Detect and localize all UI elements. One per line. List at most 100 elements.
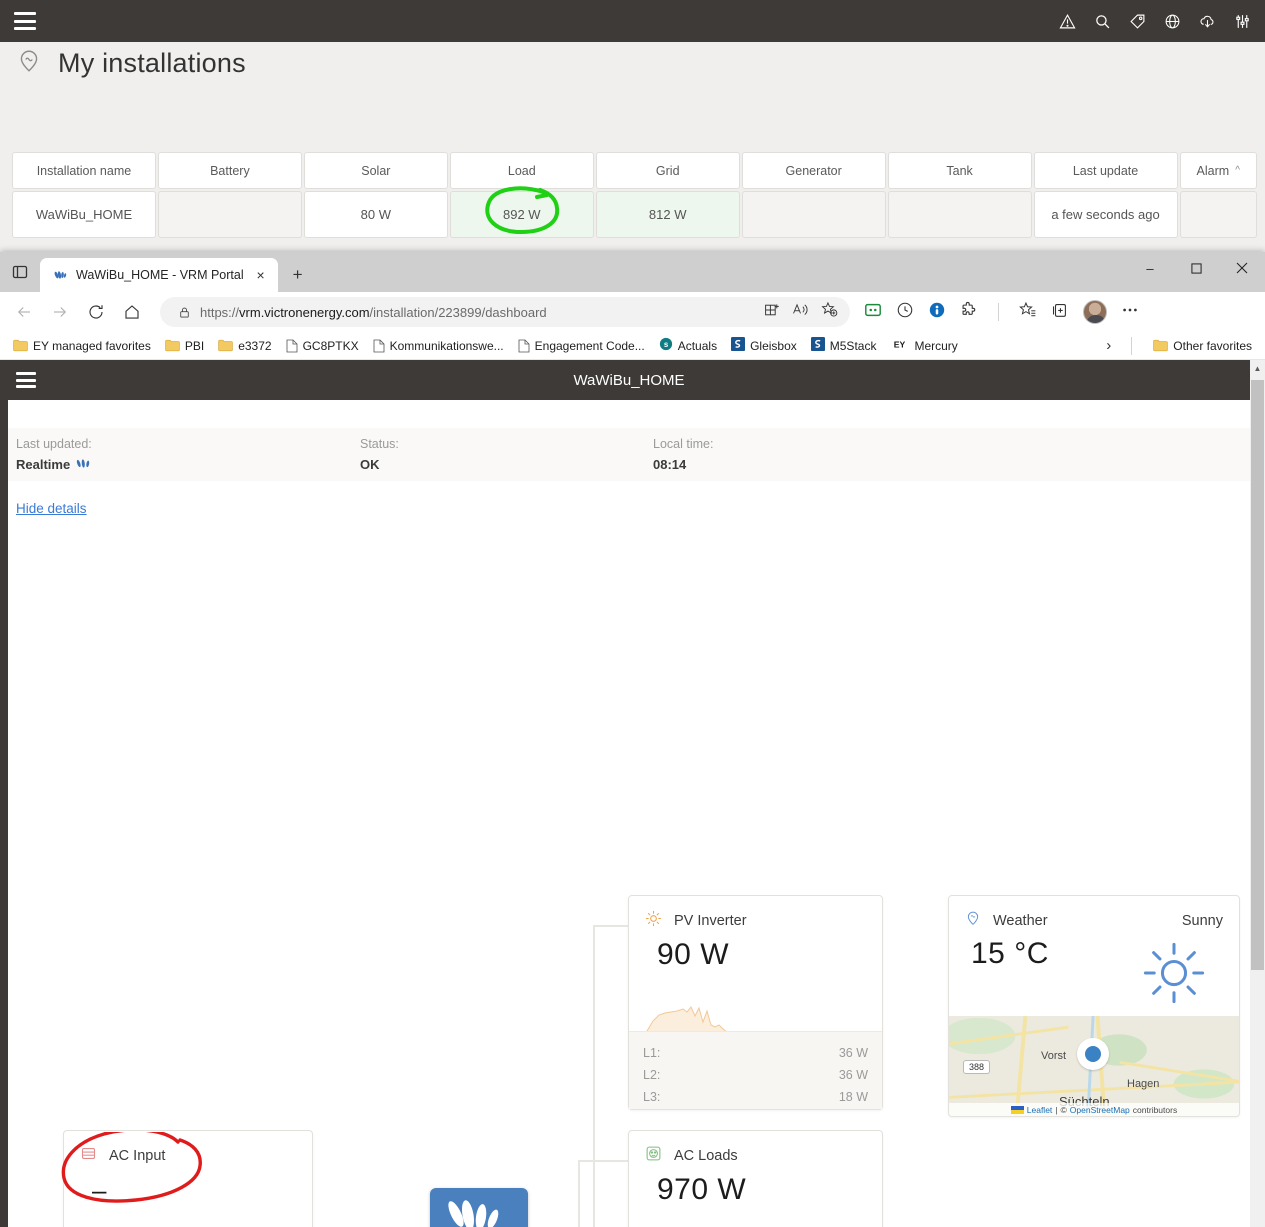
cell-alarm [1179, 191, 1257, 238]
ac-loads-card[interactable]: AC Loads 970 W L1: 284 W L2: 150 W [628, 1130, 883, 1227]
browser-toolbar: https://vrm.victronenergy.com/installati… [0, 292, 1265, 332]
scrollbar-thumb[interactable] [1251, 380, 1264, 970]
column-header-solar[interactable]: Solar [303, 152, 448, 189]
close-icon[interactable]: × [252, 266, 270, 284]
lock-icon[interactable] [174, 306, 194, 319]
connector-pv-vertical [593, 925, 595, 1227]
column-header-alarm-label: Alarm [1196, 163, 1230, 178]
back-button[interactable] [8, 296, 40, 328]
column-header-last-update[interactable]: Last update [1033, 152, 1178, 189]
location-pin-icon [965, 910, 981, 931]
globe-icon[interactable] [1164, 13, 1181, 30]
bookmark-label: GC8PTKX [302, 338, 359, 353]
split-screen-icon[interactable] [764, 302, 780, 323]
extensions-icon[interactable] [960, 301, 978, 324]
bookmark-label: Gleisbox [750, 338, 797, 353]
address-bar[interactable]: https://vrm.victronenergy.com/installati… [160, 297, 850, 327]
pv-inverter-card[interactable]: PV Inverter 90 W L1: 36 W L2: 36 W L3: 1… [628, 895, 883, 1110]
sliders-icon[interactable] [1234, 13, 1251, 30]
browser-essentials-icon[interactable] [928, 301, 946, 324]
document-icon [518, 339, 530, 353]
bookmark-item[interactable]: Kommunikationswe... [366, 336, 511, 356]
history-icon[interactable] [896, 301, 914, 324]
weather-map[interactable]: 388 Vorst Hagen Süchteln Leaflet | © Ope… [949, 1016, 1239, 1116]
copilot-icon[interactable] [864, 301, 882, 324]
tag-icon[interactable] [1129, 13, 1146, 30]
home-button[interactable] [116, 296, 148, 328]
maximize-button[interactable] [1173, 252, 1219, 284]
ac-input-title: AC Input [109, 1148, 166, 1164]
search-icon[interactable] [1094, 13, 1111, 30]
collections-icon[interactable] [1051, 301, 1069, 324]
last-updated-value: Realtime [16, 457, 71, 472]
minimize-button[interactable]: – [1127, 252, 1173, 284]
ac-input-head: AC Input [64, 1131, 312, 1167]
browser-tab[interactable]: WaWiBu_HOME - VRM Portal × [40, 258, 278, 292]
location-pin-icon [16, 48, 42, 79]
bookmarks-divider [1131, 336, 1133, 355]
new-tab-button[interactable]: + [284, 261, 312, 289]
phase-value: 36 W [838, 1068, 868, 1082]
bookmarks-overflow-button[interactable]: › [1100, 337, 1117, 354]
column-header-alarm[interactable]: Alarm ^ [1179, 152, 1257, 189]
document-icon [373, 339, 385, 353]
cloud-download-icon[interactable] [1199, 13, 1216, 30]
other-favorites-button[interactable]: Other favorites [1146, 336, 1259, 356]
column-header-grid[interactable]: Grid [595, 152, 740, 189]
page-scrollbar[interactable]: ▲ [1250, 360, 1265, 1227]
swiss-icon [810, 337, 825, 354]
menu-hamburger-icon[interactable] [14, 12, 36, 30]
leaflet-link[interactable]: Leaflet [1027, 1105, 1053, 1115]
victron-inverter-icon[interactable] [430, 1188, 528, 1227]
read-aloud-icon[interactable] [792, 301, 809, 323]
favorites-icon[interactable] [1019, 301, 1037, 324]
hide-details-link[interactable]: Hide details [16, 501, 87, 516]
add-favorite-icon[interactable] [821, 301, 838, 323]
toolbar-divider [998, 303, 999, 321]
cell-installation-name[interactable]: WaWiBu_HOME [12, 191, 156, 238]
bookmark-item[interactable]: EY Mercury [883, 334, 964, 357]
url-host: vrm.victronenergy.com [239, 304, 370, 320]
local-time-value: 08:14 [653, 457, 687, 472]
table-row[interactable]: WaWiBu_HOME 80 W 892 W 812 W a few secon… [12, 191, 1257, 238]
forward-button[interactable] [44, 296, 76, 328]
dashboard-menu-hamburger-icon[interactable] [16, 372, 36, 388]
scroll-up-arrow[interactable]: ▲ [1250, 360, 1265, 376]
bookmark-item[interactable]: Gleisbox [724, 334, 804, 357]
phase-label: L3: [643, 1090, 661, 1104]
tab-actions-icon[interactable] [0, 252, 40, 292]
phase-row: L2: 36 W [643, 1064, 868, 1086]
weather-card[interactable]: Weather Sunny 15 °C 388 Vorst Hagen Süch… [948, 895, 1240, 1117]
column-header-tank[interactable]: Tank [887, 152, 1032, 189]
bookmark-item[interactable]: M5Stack [804, 334, 884, 357]
warning-triangle-icon[interactable] [1059, 13, 1076, 30]
bookmarks-overflow-group: › Other favorites [1100, 336, 1259, 356]
settings-more-icon[interactable] [1121, 301, 1139, 324]
folder-icon [165, 339, 180, 352]
profile-avatar[interactable] [1083, 300, 1107, 324]
column-header-battery[interactable]: Battery [157, 152, 302, 189]
bookmark-label: Kommunikationswe... [389, 338, 504, 353]
document-icon [286, 339, 298, 353]
bookmark-label: Engagement Code... [534, 338, 645, 353]
column-header-load[interactable]: Load [449, 152, 594, 189]
reload-button[interactable] [80, 296, 112, 328]
vrm-topbar-icons [1059, 13, 1251, 30]
map-pin-dot [1085, 1046, 1101, 1062]
attribution-copyright: © [1060, 1104, 1067, 1115]
openstreetmap-link[interactable]: OpenStreetMap [1070, 1105, 1130, 1115]
edge-browser-window: WaWiBu_HOME - VRM Portal × + – https://v… [0, 252, 1265, 1227]
bookmark-item[interactable]: GC8PTKX [279, 336, 366, 356]
svg-text:s: s [664, 340, 669, 349]
bookmark-item[interactable]: PBI [158, 336, 211, 356]
pv-inverter-phases: L1: 36 W L2: 36 W L3: 18 W [629, 1031, 882, 1109]
column-header-generator[interactable]: Generator [741, 152, 886, 189]
column-header-installation-name[interactable]: Installation name [12, 152, 156, 189]
bookmark-item[interactable]: EY managed favorites [6, 336, 158, 356]
bookmark-item[interactable]: s Actuals [652, 334, 724, 357]
ac-input-card[interactable]: AC Input – L1: 248 W L2: 114 W [63, 1130, 313, 1227]
sun-rays-icon [1141, 940, 1207, 1011]
close-button[interactable] [1219, 252, 1265, 284]
bookmark-item[interactable]: e3372 [211, 336, 278, 356]
bookmark-item[interactable]: Engagement Code... [511, 336, 652, 356]
